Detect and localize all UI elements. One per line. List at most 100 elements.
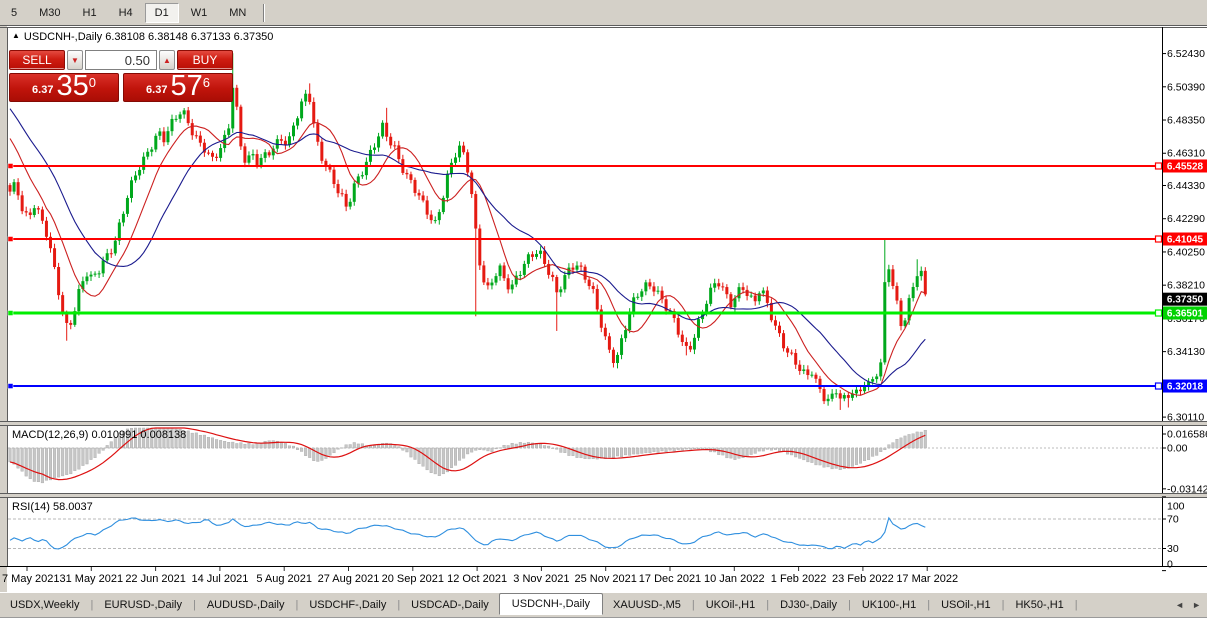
macd-bar	[248, 443, 251, 448]
candle-body	[98, 273, 101, 274]
timeframe-button-h4[interactable]: H4	[109, 3, 143, 23]
macd-bar	[624, 448, 627, 455]
tab-usdcad-daily[interactable]: USDCAD-,Daily	[401, 595, 499, 615]
sell-button[interactable]: SELL	[9, 50, 65, 70]
date-label: 17 Dec 2021	[639, 573, 701, 585]
volume-decrease-button[interactable]: ▼	[67, 50, 83, 70]
macd-bar	[636, 448, 639, 454]
date-label: 10 Jan 2022	[704, 573, 765, 585]
macd-bar	[499, 448, 502, 449]
candle-body	[300, 101, 303, 118]
resistance-1-handle[interactable]	[8, 163, 13, 168]
tab-scroll-right-icon[interactable]: ►	[1192, 600, 1201, 610]
candle-body	[916, 276, 919, 287]
sell-price-point: 0	[89, 76, 96, 89]
line-axis-handle[interactable]	[1156, 310, 1162, 316]
buy-price-base: 6.37	[146, 84, 167, 96]
candle-body	[207, 153, 210, 154]
macd-bar	[616, 448, 619, 456]
timeframe-button-m30[interactable]: M30	[29, 3, 70, 23]
candle-body	[385, 123, 388, 137]
tab-usdcnh-daily[interactable]: USDCNH-,Daily	[499, 593, 603, 615]
candle-body	[195, 135, 198, 136]
support-1-handle[interactable]	[8, 311, 13, 316]
candle-body	[490, 283, 493, 286]
candle-body	[438, 212, 441, 220]
timeframe-button-h1[interactable]: H1	[73, 3, 107, 23]
macd-bar	[608, 448, 611, 457]
macd-bar	[600, 448, 603, 458]
candle-body	[37, 208, 40, 209]
price-tick-label: 6.52430	[1167, 48, 1205, 60]
tab-xauusd-m5[interactable]: XAUUSD-,M5	[603, 595, 691, 615]
candle-body	[154, 136, 157, 150]
macd-bar	[438, 448, 441, 476]
date-label: 12 Oct 2021	[447, 573, 507, 585]
macd-bar	[13, 448, 16, 464]
line-axis-handle[interactable]	[1156, 163, 1162, 169]
tab-audusd-daily[interactable]: AUDUSD-,Daily	[197, 595, 295, 615]
macd-bar	[308, 448, 311, 458]
timeframe-button-w1[interactable]: W1	[181, 3, 218, 23]
macd-bar	[762, 448, 765, 451]
candle-body	[126, 198, 129, 214]
candle-body	[746, 290, 749, 296]
candle-body	[576, 266, 579, 270]
tab-usdx-weekly[interactable]: USDX,Weekly	[0, 595, 89, 615]
volume-increase-button[interactable]: ▲	[159, 50, 175, 70]
macd-bar	[110, 442, 113, 448]
sell-price-display[interactable]: 6.37 35 0	[9, 73, 119, 102]
macd-bar	[69, 448, 72, 474]
candle-body	[823, 389, 826, 401]
tab-usdchf-daily[interactable]: USDCHF-,Daily	[299, 595, 396, 615]
buy-button[interactable]: BUY	[177, 50, 233, 70]
volume-input[interactable]	[86, 51, 156, 69]
price-badge-label: 6.37350	[1167, 295, 1204, 306]
candle-body	[405, 173, 408, 174]
macd-bar	[588, 448, 591, 459]
buy-price-display[interactable]: 6.37 57 6	[123, 73, 233, 102]
candle-body	[774, 320, 777, 325]
macd-bar	[689, 448, 692, 449]
support-2-handle[interactable]	[8, 384, 13, 389]
date-label: 14 Jul 2021	[191, 573, 248, 585]
tab-dj30-daily[interactable]: DJ30-,Daily	[770, 595, 847, 615]
resistance-2-handle[interactable]	[8, 237, 13, 242]
tab-scroll-left-icon[interactable]: ◄	[1175, 600, 1184, 610]
candle-body	[782, 333, 785, 348]
tab-uk100-h1[interactable]: UK100-,H1	[852, 595, 926, 615]
line-axis-handle[interactable]	[1156, 383, 1162, 389]
line-axis-handle[interactable]	[1156, 236, 1162, 242]
tab-usoil-h1[interactable]: USOil-,H1	[931, 595, 1001, 615]
macd-bar	[657, 448, 660, 452]
candle-body	[365, 162, 368, 175]
macd-bar	[345, 445, 348, 448]
macd-bar	[86, 448, 89, 464]
chart-area: 6.524306.503906.483506.463106.443306.422…	[0, 26, 1207, 592]
macd-bar	[815, 448, 818, 465]
rsi-tick-label: 0	[1167, 559, 1173, 571]
macd-bar	[628, 448, 631, 455]
timeframe-button-d1[interactable]: D1	[145, 3, 179, 23]
macd-bar	[697, 448, 700, 449]
candle-body	[596, 289, 599, 309]
macd-bar	[855, 448, 858, 465]
date-label: 27 Aug 2021	[318, 573, 380, 585]
candle-body	[778, 326, 781, 334]
timeframe-button-mn[interactable]: MN	[219, 3, 256, 23]
tab-eurusd-daily[interactable]: EURUSD-,Daily	[94, 595, 192, 615]
candle-body	[511, 285, 514, 290]
macd-bar	[819, 448, 822, 465]
candle-body	[859, 390, 862, 391]
candle-body	[110, 253, 113, 254]
candle-body	[373, 148, 376, 150]
timeframe-button-5[interactable]: 5	[1, 3, 27, 23]
tab-ukoil-h1[interactable]: UKOil-,H1	[696, 595, 766, 615]
collapse-triangle-icon[interactable]: ▲	[12, 31, 20, 40]
tab-hk50-h1[interactable]: HK50-,H1	[1005, 595, 1073, 615]
macd-bar	[393, 446, 396, 448]
candle-body	[551, 275, 554, 277]
candle-body	[616, 355, 619, 363]
macd-bar	[78, 448, 81, 469]
price-badge-label: 6.36501	[1167, 309, 1204, 320]
